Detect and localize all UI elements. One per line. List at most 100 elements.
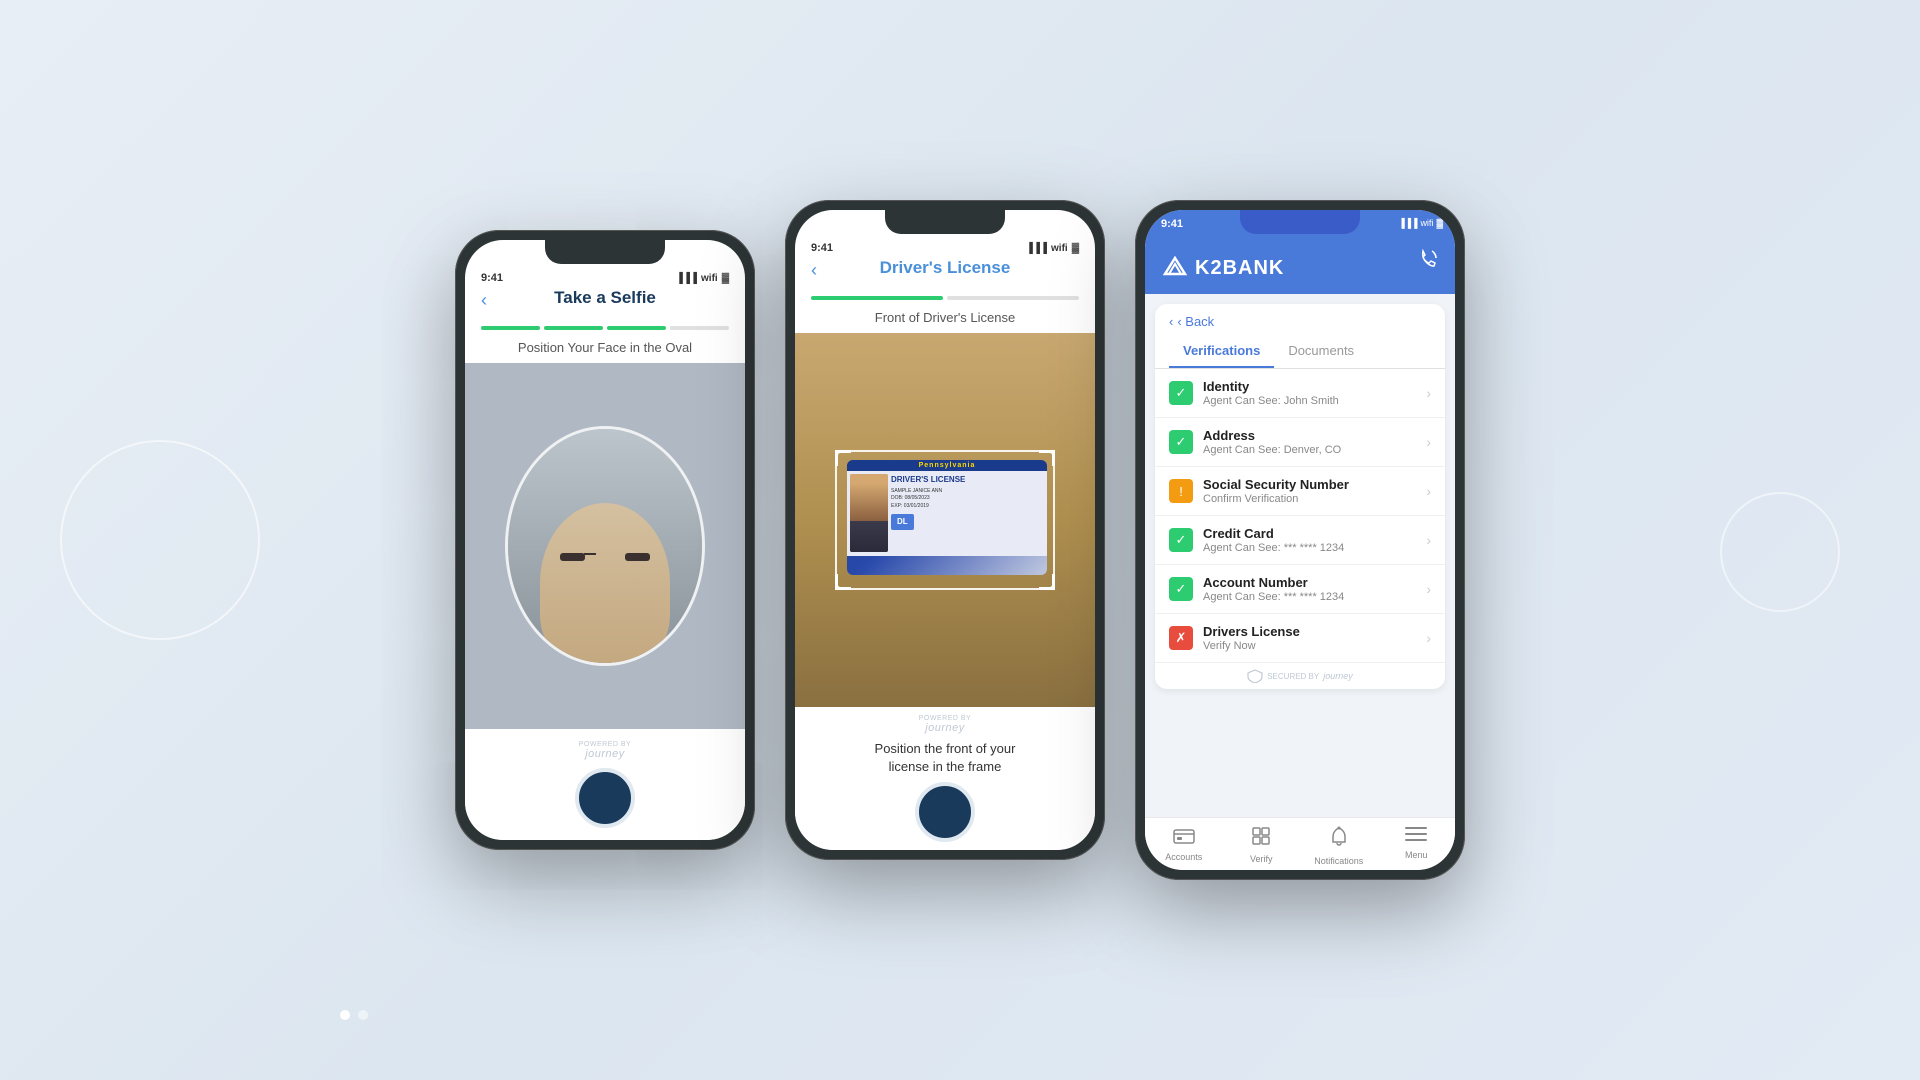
- ssn-title: Social Security Number: [1203, 477, 1416, 492]
- wifi-icon: wifi: [701, 273, 718, 284]
- back-button-1[interactable]: ‹: [481, 290, 487, 311]
- dl-face-photo: [850, 474, 888, 521]
- drivers-license-subtitle: Verify Now: [1203, 640, 1416, 652]
- account-title: Account Number: [1203, 575, 1416, 590]
- phone-k2bank: 9:41 ▐▐▐ wifi ▓ K2BANK: [1135, 200, 1465, 880]
- nav-verify[interactable]: Verify: [1223, 826, 1301, 866]
- nav-notifications[interactable]: Notifications: [1300, 826, 1378, 866]
- progress-seg-3: [607, 326, 666, 330]
- tab-documents[interactable]: Documents: [1274, 335, 1368, 368]
- accounts-icon: [1173, 826, 1195, 849]
- ssn-arrow: ›: [1426, 483, 1431, 499]
- card-back-button[interactable]: ‹ ‹ Back: [1155, 304, 1445, 335]
- k2bank-logo: K2BANK: [1161, 256, 1284, 280]
- dl-card: Pennsylvania DRIVER'S LICENSE: [847, 460, 1047, 575]
- glasses-right: [625, 553, 650, 561]
- dl-header: Pennsylvania: [847, 460, 1047, 471]
- ssn-text: Social Security Number Confirm Verificat…: [1203, 477, 1416, 505]
- corner-bl: [835, 574, 851, 590]
- phones-container: 9:41 ▐▐▐ wifi ▓ ‹ Take a Selfie: [455, 200, 1465, 880]
- dl-clothes: [850, 521, 888, 552]
- selfie-screen: 9:41 ▐▐▐ wifi ▓ ‹ Take a Selfie: [465, 240, 745, 840]
- address-subtitle: Agent Can See: Denver, CO: [1203, 444, 1416, 456]
- selfie-bottom: POWERED BY journey: [465, 729, 745, 840]
- notifications-icon: [1329, 826, 1349, 853]
- k2bank-brand-name: K2BANK: [1195, 257, 1284, 280]
- selfie-title: Take a Selfie: [481, 288, 729, 308]
- progress-seg-1: [481, 326, 540, 330]
- phone-license: 9:41 ▐▐▐ wifi ▓ ‹ Driver's License: [785, 200, 1105, 860]
- license-prog-2: [947, 296, 1079, 300]
- dl-photo: [850, 474, 888, 552]
- drivers-license-status-icon: ✗: [1169, 626, 1193, 650]
- back-label: ‹ Back: [1177, 314, 1214, 329]
- status-icons-3: ▐▐▐ wifi ▓: [1398, 218, 1443, 228]
- dl-exp-text: EXP: 03/01/2019: [891, 503, 1044, 511]
- credit-card-title: Credit Card: [1203, 526, 1416, 541]
- journey-logo-2: POWERED BY journey: [919, 715, 971, 734]
- capture-button-1[interactable]: [575, 768, 635, 828]
- call-icon[interactable]: [1417, 247, 1439, 274]
- license-screen: 9:41 ▐▐▐ wifi ▓ ‹ Driver's License: [795, 210, 1095, 850]
- drivers-license-text: Drivers License Verify Now: [1203, 624, 1416, 652]
- notch-3: [1240, 210, 1360, 234]
- bg-circle-right: [1720, 492, 1840, 612]
- journey-text-2: journey: [925, 722, 965, 734]
- signal-3: ▐▐▐: [1398, 218, 1417, 228]
- status-icons-2: ▐▐▐ wifi ▓: [1026, 243, 1079, 254]
- verify-label: Verify: [1250, 854, 1273, 864]
- verifications-card: ‹ ‹ Back Verifications Documents ✓: [1155, 304, 1445, 689]
- license-prog-1: [811, 296, 943, 300]
- notch-2: [885, 210, 1005, 234]
- credit-card-status-icon: ✓: [1169, 528, 1193, 552]
- ssn-status-icon: !: [1169, 479, 1193, 503]
- address-arrow: ›: [1426, 434, 1431, 450]
- accounts-label: Accounts: [1165, 852, 1202, 862]
- license-bottom: POWERED BY journey Position the front of…: [795, 707, 1095, 850]
- verification-account-number[interactable]: ✓ Account Number Agent Can See: *** ****…: [1155, 565, 1445, 614]
- verification-ssn[interactable]: ! Social Security Number Confirm Verific…: [1155, 467, 1445, 516]
- selfie-header: ‹ Take a Selfie: [465, 288, 745, 326]
- identity-subtitle: Agent Can See: John Smith: [1203, 395, 1416, 407]
- oval-frame: [505, 426, 705, 666]
- journey-brand-text: journey: [1323, 671, 1353, 681]
- k2bank-logo-icon: [1161, 256, 1189, 280]
- capture-button-2[interactable]: [915, 782, 975, 842]
- nav-menu[interactable]: Menu: [1378, 826, 1456, 866]
- dl-state-text: Pennsylvania: [919, 462, 976, 469]
- verification-identity[interactable]: ✓ Identity Agent Can See: John Smith ›: [1155, 369, 1445, 418]
- credit-card-subtitle: Agent Can See: *** **** 1234: [1203, 542, 1416, 554]
- address-title: Address: [1203, 428, 1416, 443]
- progress-bar-2: [795, 296, 1095, 300]
- scan-frame: Pennsylvania DRIVER'S LICENSE: [835, 450, 1055, 590]
- call-icon-svg: [1417, 247, 1439, 269]
- dl-type-text: DRIVER'S LICENSE: [891, 474, 1044, 486]
- drivers-license-title: Drivers License: [1203, 624, 1416, 639]
- verification-drivers-license[interactable]: ✗ Drivers License Verify Now ›: [1155, 614, 1445, 663]
- journey-shield-icon: [1247, 669, 1263, 683]
- verification-credit-card[interactable]: ✓ Credit Card Agent Can See: *** **** 12…: [1155, 516, 1445, 565]
- verification-address[interactable]: ✓ Address Agent Can See: Denver, CO ›: [1155, 418, 1445, 467]
- back-chevron: ‹: [1169, 314, 1173, 329]
- secured-by-text: SECURED BY: [1267, 672, 1319, 681]
- ssn-subtitle: Confirm Verification: [1203, 493, 1416, 505]
- license-title: Driver's License: [811, 258, 1079, 278]
- journey-logo-1: POWERED BY journey: [579, 741, 631, 760]
- dot-1[interactable]: [340, 1010, 350, 1020]
- back-button-2[interactable]: ‹: [811, 260, 817, 281]
- license-instruction-line1: Position the front of your: [875, 741, 1016, 756]
- tab-verifications[interactable]: Verifications: [1169, 335, 1274, 368]
- credit-card-text: Credit Card Agent Can See: *** **** 1234: [1203, 526, 1416, 554]
- glasses-bridge: [584, 553, 596, 555]
- nav-accounts[interactable]: Accounts: [1145, 826, 1223, 866]
- wifi-icon-2: wifi: [1051, 243, 1068, 254]
- license-instruction-line2: license in the frame: [889, 759, 1002, 774]
- dot-2[interactable]: [358, 1010, 368, 1020]
- time-3: 9:41: [1161, 218, 1183, 230]
- identity-status-icon: ✓: [1169, 381, 1193, 405]
- license-scan-area: Pennsylvania DRIVER'S LICENSE: [795, 333, 1095, 707]
- notifications-icon-svg: [1329, 826, 1349, 848]
- glasses-left: [560, 553, 585, 561]
- selfie-subtitle: Position Your Face in the Oval: [465, 340, 745, 363]
- k2bank-nav: Accounts Verify: [1145, 817, 1455, 870]
